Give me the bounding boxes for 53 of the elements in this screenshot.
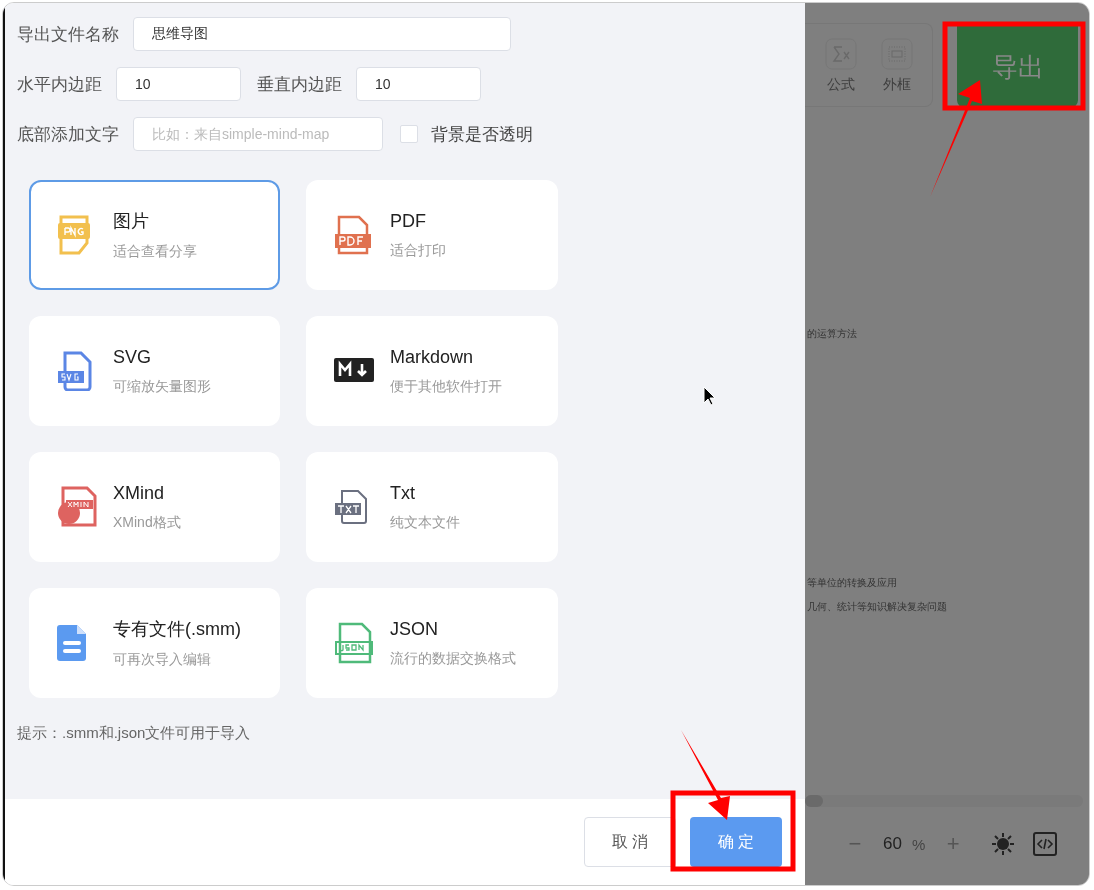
toolbar-label: 外框: [882, 76, 911, 94]
format-description: 纯文本文件: [390, 513, 460, 532]
format-description: 流行的数据交换格式: [390, 649, 516, 668]
checkbox-label: 背景是否透明: [431, 123, 533, 146]
format-title: SVG: [113, 346, 152, 368]
field-label: 导出文件名称: [17, 23, 119, 46]
format-title: 图片: [113, 210, 150, 233]
xmind-file-icon: [57, 486, 97, 528]
field-label: 水平内边距: [17, 73, 102, 96]
field-label: 底部添加文字: [17, 123, 119, 146]
padding-field[interactable]: 10: [116, 67, 241, 101]
pdf-file-icon: [334, 215, 372, 255]
filename-field[interactable]: 思维导图: [133, 17, 511, 51]
mindmap-node-text: 等单位的转换及应用: [807, 576, 897, 590]
cursor-icon: [703, 386, 717, 406]
svg-file-icon: [57, 351, 93, 391]
format-card[interactable]: JSON 流行的数据交换格式: [306, 588, 558, 698]
format-title: Txt: [390, 482, 416, 504]
document-icon: [57, 624, 87, 662]
format-description: XMind格式: [113, 513, 181, 532]
format-card[interactable]: PDF 适合打印: [306, 180, 558, 290]
json-file-icon: [334, 622, 374, 664]
format-description: 适合查看分享: [113, 243, 197, 261]
format-card[interactable]: XMind XMind格式: [29, 452, 280, 562]
sun-icon[interactable]: [991, 832, 1016, 856]
toolbar-label: 公式: [826, 76, 855, 94]
format-card[interactable]: Markdown 便于其他软件打开: [306, 316, 558, 426]
format-title: PDF: [390, 210, 427, 232]
txt-file-icon: [334, 489, 370, 525]
mindmap-node-text: 的运算方法: [807, 327, 857, 341]
padding-field[interactable]: 10: [356, 67, 481, 101]
format-description: 适合打印: [390, 241, 446, 260]
format-title: 专有文件(.smm): [113, 618, 241, 641]
format-card[interactable]: SVG 可缩放矢量图形: [29, 316, 280, 426]
format-description: 可再次导入编辑: [113, 651, 212, 669]
format-card[interactable]: Txt 纯文本文件: [306, 452, 558, 562]
mindmap-node-text: 几何、统计等知识解决复杂问题: [807, 600, 947, 614]
markdown-icon: [334, 358, 374, 384]
checkbox[interactable]: [400, 125, 418, 143]
hint-text: 提示：.smm和.json文件可用于导入: [16, 723, 252, 743]
field-label: 垂直内边距: [257, 73, 342, 96]
format-description: 可缩放矢量图形: [113, 377, 211, 396]
zoom-unit: %: [911, 835, 926, 853]
format-description: 便于其他软件打开: [390, 377, 502, 396]
png-file-icon: [57, 215, 91, 255]
format-title: Markdown: [390, 346, 475, 368]
format-card[interactable]: 图片 适合查看分享: [29, 180, 280, 290]
format-title: XMind: [113, 482, 166, 504]
format-card[interactable]: 专有文件(.smm) 可再次导入编辑: [29, 588, 280, 698]
code-icon[interactable]: [1033, 832, 1058, 856]
footer-text-field[interactable]: 比如：来自simple-mind-map: [133, 117, 383, 151]
format-title: JSON: [390, 618, 439, 640]
zoom-value: 60: [883, 834, 902, 854]
